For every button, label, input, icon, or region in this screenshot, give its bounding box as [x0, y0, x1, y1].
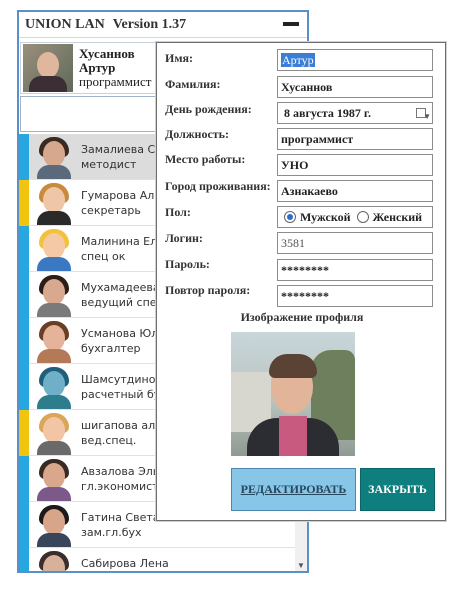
- password-row: Пароль:: [165, 257, 277, 279]
- app-name: UNION LAN: [25, 16, 105, 32]
- password-field[interactable]: ********: [277, 259, 433, 281]
- contact-name: Авзалова Эльм: [81, 464, 168, 478]
- current-user-info: Хусаннов Артур программист: [79, 47, 151, 89]
- position-label: Должность:: [165, 127, 230, 141]
- status-bar: [19, 455, 29, 502]
- gender-male-radio[interactable]: [284, 211, 296, 223]
- status-bar: [19, 271, 29, 318]
- birthday-picker[interactable]: 8 августа 1987 г. ▼: [277, 102, 433, 124]
- last-name-field[interactable]: Хусаннов: [277, 76, 433, 98]
- status-bar: [19, 179, 29, 226]
- birthday-row: День рождения:: [165, 102, 277, 124]
- profile-dialog: Имя: Артур Фамилия: Хусаннов День рожден…: [156, 42, 446, 521]
- first-name-label: Имя:: [165, 51, 193, 65]
- close-button[interactable]: ЗАКРЫТЬ: [360, 468, 435, 511]
- avatar: [31, 503, 77, 547]
- current-user-name: Артур: [79, 60, 116, 75]
- minimize-button[interactable]: [283, 18, 299, 30]
- profile-photo-caption: Изображение профиля: [240, 310, 364, 324]
- workplace-row: Место работы:: [165, 152, 277, 174]
- avatar: [31, 365, 77, 409]
- gender-female-label[interactable]: Женский: [373, 210, 423, 225]
- avatar: [31, 181, 77, 225]
- avatar: [31, 135, 77, 179]
- contact-name: Сабирова Лена: [81, 556, 169, 570]
- avatar: [31, 457, 77, 501]
- avatar: [31, 227, 77, 271]
- contact-row[interactable]: Сабирова Ленагл.бухгалтер: [19, 547, 307, 572]
- status-bar: [19, 317, 29, 364]
- birthday-value: 8 августа 1987 г.: [284, 106, 372, 120]
- chevron-down-icon[interactable]: ▼: [423, 107, 431, 123]
- workplace-field[interactable]: УНО: [277, 154, 433, 176]
- status-bar: [19, 501, 29, 548]
- status-bar: [19, 225, 29, 272]
- edit-button[interactable]: РЕДАКТИРОВАТЬ: [231, 468, 356, 511]
- password-repeat-row: Повтор пароля:: [165, 283, 277, 305]
- gender-female-radio[interactable]: [356, 211, 369, 223]
- contact-position: гл.экономист: [81, 479, 159, 493]
- password-repeat-label: Повтор пароля:: [165, 283, 251, 297]
- city-label: Город проживания:: [165, 179, 271, 193]
- contact-position: гл.бухгалтер: [81, 571, 169, 572]
- login-row: Логин:: [165, 231, 277, 253]
- gender-row: Пол:: [165, 205, 277, 227]
- status-bar: [19, 133, 29, 180]
- gender-selector: Мужской Женский: [277, 206, 433, 228]
- profile-photo: [231, 332, 355, 456]
- contact-info: Гатина Света зам.гл.бух: [81, 510, 160, 540]
- current-user-position: программист: [79, 74, 152, 89]
- last-name-label: Фамилия:: [165, 77, 221, 91]
- first-name-field[interactable]: Артур: [277, 49, 433, 71]
- gender-label: Пол:: [165, 205, 191, 219]
- login-field[interactable]: 3581: [277, 232, 433, 254]
- status-bar: [19, 409, 29, 456]
- scroll-down-icon[interactable]: ▼: [295, 561, 307, 571]
- gender-male-label[interactable]: Мужской: [300, 210, 351, 225]
- position-row: Должность:: [165, 127, 277, 149]
- city-row: Город проживания:: [165, 179, 277, 201]
- current-user-avatar: [23, 44, 73, 92]
- status-bar: [19, 547, 29, 571]
- password-label: Пароль:: [165, 257, 210, 271]
- workplace-label: Место работы:: [165, 152, 246, 166]
- birthday-label: День рождения:: [165, 102, 252, 116]
- contact-info: Сабирова Ленагл.бухгалтер: [81, 556, 169, 572]
- current-user-surname: Хусаннов: [79, 46, 135, 61]
- city-field[interactable]: Азнакаево: [277, 180, 433, 202]
- title-bar: UNION LAN Version 1.37: [19, 12, 307, 38]
- contact-name: Гатина Света: [81, 510, 160, 524]
- avatar: [31, 273, 77, 317]
- last-name-row: Фамилия:: [165, 77, 277, 99]
- login-label: Логин:: [165, 231, 203, 245]
- status-bar: [19, 363, 29, 410]
- first-name-row: Имя:: [165, 51, 277, 73]
- position-field[interactable]: программист: [277, 128, 433, 150]
- avatar: [31, 319, 77, 363]
- password-repeat-field[interactable]: ********: [277, 285, 433, 307]
- avatar: [31, 411, 77, 455]
- avatar: [31, 549, 77, 571]
- minimize-icon: [283, 22, 299, 26]
- contact-info: Авзалова Эльм гл.экономист: [81, 464, 168, 494]
- app-version: Version 1.37: [112, 16, 187, 32]
- first-name-value: Артур: [281, 53, 315, 67]
- contact-position: зам.гл.бух: [81, 525, 142, 539]
